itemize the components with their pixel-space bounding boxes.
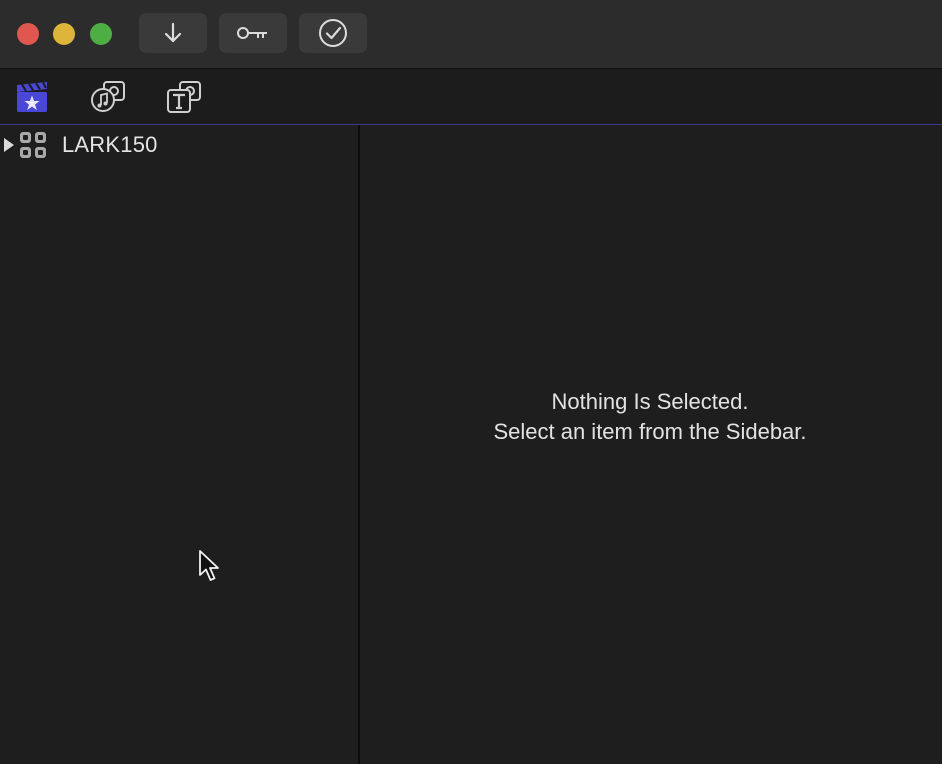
- music-photo-icon: [91, 81, 125, 112]
- detail-pane: Nothing Is Selected. Select an item from…: [360, 125, 942, 764]
- app-window: LARK150 Nothing Is Selected. Select an i…: [0, 0, 942, 764]
- tab-bar: [0, 69, 942, 125]
- mouse-pointer-icon: [199, 550, 219, 581]
- movie-clapper-icon: [17, 81, 47, 112]
- minimize-window-button[interactable]: [53, 23, 75, 45]
- key-icon: [237, 27, 267, 39]
- tab-titles[interactable]: [166, 79, 202, 115]
- verify-button[interactable]: [299, 13, 367, 53]
- text-title-icon: [167, 81, 201, 113]
- download-arrow-icon: [164, 22, 182, 43]
- disclosure-triangle-icon[interactable]: [3, 137, 15, 153]
- empty-state-title: Nothing Is Selected.: [551, 389, 749, 414]
- checkmark-circle-icon: [319, 19, 347, 47]
- title-bar: [0, 0, 942, 69]
- zoom-window-button[interactable]: [90, 23, 112, 45]
- grid-library-icon: [19, 131, 47, 159]
- close-window-button[interactable]: [17, 23, 39, 45]
- tab-music-photos[interactable]: [90, 79, 126, 115]
- empty-state-message: Nothing Is Selected. Select an item from…: [360, 387, 940, 447]
- download-button[interactable]: [139, 13, 207, 53]
- empty-state-hint: Select an item from the Sidebar.: [493, 419, 807, 444]
- sidebar-item-library[interactable]: LARK150: [0, 131, 356, 159]
- tab-movies[interactable]: [14, 79, 50, 115]
- license-key-button[interactable]: [219, 13, 287, 53]
- sidebar: LARK150: [0, 125, 360, 764]
- sidebar-item-label: LARK150: [62, 132, 158, 157]
